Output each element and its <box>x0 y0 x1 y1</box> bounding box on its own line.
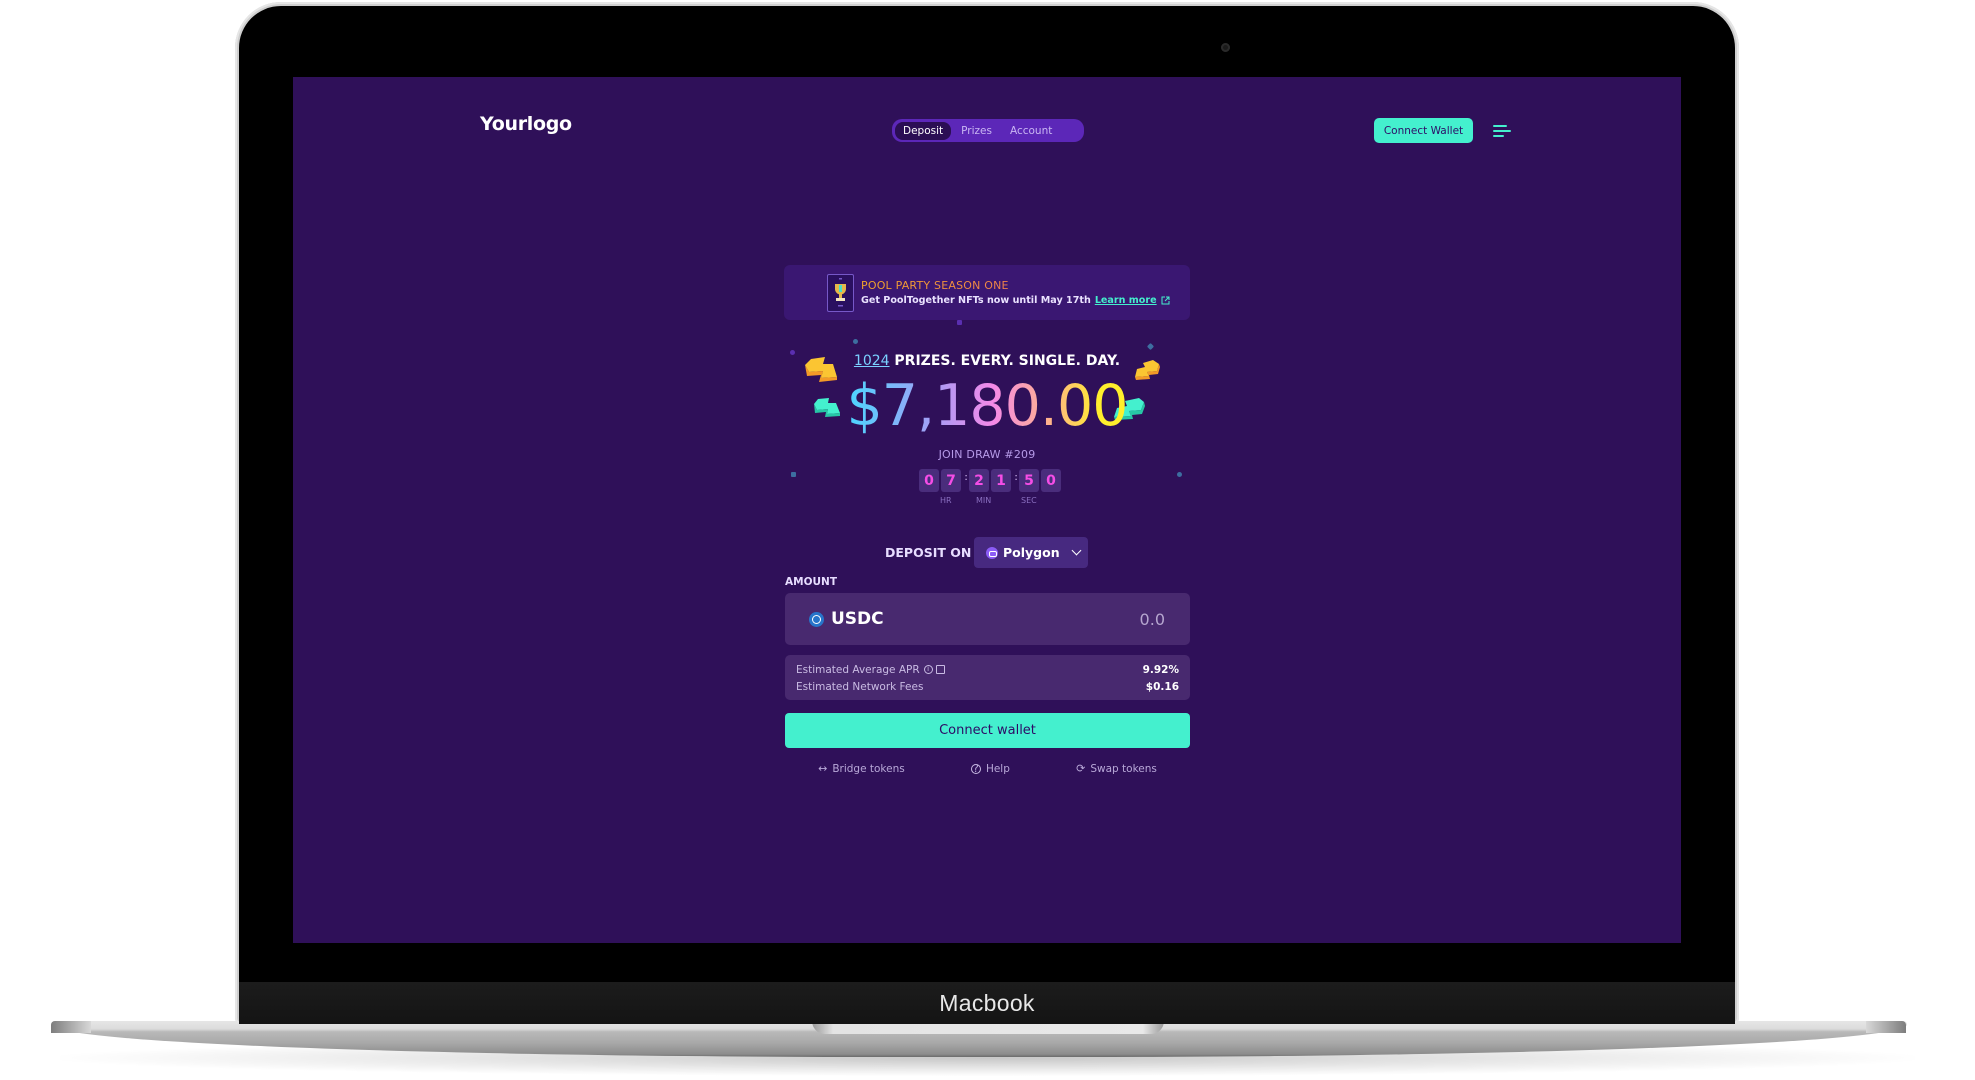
help-label: Help <box>985 762 1010 775</box>
prize-headline: 1024 PRIZES. EVERY. SINGLE. DAY. <box>293 353 1681 369</box>
connect-wallet-button[interactable]: Connect wallet <box>785 713 1190 748</box>
tab-account[interactable]: Account <box>1002 122 1060 140</box>
timer-digit-second: 5 <box>1019 469 1039 492</box>
deposit-stats: Estimated Average APR i 9.92% Estimated … <box>785 655 1190 700</box>
apr-label: Estimated Average APR <box>796 663 920 676</box>
decor-dot <box>1177 472 1182 477</box>
tab-deposit[interactable]: Deposit <box>895 121 952 140</box>
help-link[interactable]: ? Help <box>970 762 1010 775</box>
amount-field: USDC <box>785 593 1190 645</box>
decor-dot <box>853 339 858 344</box>
join-draw-label: JOIN DRAW #209 <box>938 448 1036 461</box>
banner-subtitle-row: Get PoolTogether NFTs now until May 17th… <box>861 295 1170 306</box>
laptop-chin: Macbook <box>239 982 1735 1024</box>
bridge-tokens-link[interactable]: ↔ Bridge tokens <box>818 762 905 775</box>
fees-value: $0.16 <box>1145 680 1179 693</box>
deposit-on-label: DEPOSIT ON <box>885 545 972 560</box>
helper-links: ↔ Bridge tokens ? Help ⟳ Swap tokens <box>785 762 1190 775</box>
network-name: Polygon <box>1003 545 1060 560</box>
laptop-base-edge-left <box>51 1021 91 1033</box>
logo[interactable]: Yourlogo <box>480 113 572 135</box>
countdown-timer: 0 7 : 2 1 : 5 0 <box>919 469 1063 492</box>
decor-dot <box>791 472 796 477</box>
banner-title: POOL PARTY SEASON ONE <box>861 279 1170 292</box>
timer-label-hr: HR <box>940 496 952 505</box>
tab-prizes[interactable]: Prizes <box>953 122 1000 140</box>
device-label: Macbook <box>939 989 1035 1016</box>
token-name[interactable]: USDC <box>831 609 884 629</box>
camera-icon <box>1221 43 1230 52</box>
promo-banner: POOL PARTY SEASON ONE Get PoolTogether N… <box>784 265 1190 320</box>
prize-count-link[interactable]: 1024 <box>854 353 890 369</box>
timer-digit-second: 0 <box>1041 469 1061 492</box>
chevron-down-icon <box>1071 545 1082 556</box>
connect-wallet-header-button[interactable]: Connect Wallet <box>1374 118 1473 143</box>
swap-tokens-link[interactable]: ⟳ Swap tokens <box>1076 762 1157 775</box>
timer-digit-hour: 0 <box>919 469 939 492</box>
external-link-icon[interactable] <box>1161 296 1170 305</box>
swap-tokens-label: Swap tokens <box>1090 762 1157 775</box>
timer-digit-minute: 2 <box>969 469 989 492</box>
decor-dot <box>1146 342 1155 351</box>
learn-more-link[interactable]: Learn more <box>1095 295 1157 306</box>
amount-input[interactable] <box>1045 609 1165 629</box>
main-nav: Deposit Prizes Account <box>892 119 1084 142</box>
stat-row-fees: Estimated Network Fees $0.16 <box>796 678 1179 695</box>
help-icon: ? <box>970 763 981 774</box>
prize-tagline: PRIZES. EVERY. SINGLE. DAY. <box>894 353 1121 369</box>
app-screen: Yourlogo Deposit Prizes Account Connect … <box>293 77 1681 943</box>
timer-digit-hour: 7 <box>941 469 961 492</box>
network-select[interactable]: Polygon <box>974 537 1088 568</box>
bridge-arrows-icon: ↔ <box>818 762 828 775</box>
external-link-icon[interactable] <box>935 665 945 674</box>
amount-label: AMOUNT <box>785 576 837 588</box>
prize-amount-value: $7,180.00 <box>846 373 1128 439</box>
timer-label-min: MIN <box>976 496 992 505</box>
decor-dot <box>957 320 962 325</box>
usdc-icon <box>809 611 824 627</box>
timer-digit-minute: 1 <box>991 469 1011 492</box>
banner-text: POOL PARTY SEASON ONE Get PoolTogether N… <box>861 279 1170 306</box>
hamburger-icon[interactable] <box>1493 123 1511 139</box>
apr-value: 9.92% <box>1142 663 1179 676</box>
swap-refresh-icon: ⟳ <box>1076 762 1086 775</box>
timer-label-sec: SEC <box>1021 496 1037 505</box>
prize-amount: $7,180.00 <box>293 373 1681 439</box>
fees-label: Estimated Network Fees <box>796 680 924 693</box>
laptop-base-edge-right <box>1866 1021 1906 1033</box>
polygon-icon <box>986 546 998 559</box>
info-icon[interactable]: i <box>923 665 933 674</box>
banner-subtitle: Get PoolTogether NFTs now until May 17th <box>861 295 1091 306</box>
stat-row-apr: Estimated Average APR i 9.92% <box>796 661 1179 678</box>
trophy-icon <box>827 273 854 312</box>
bridge-tokens-label: Bridge tokens <box>832 762 905 775</box>
